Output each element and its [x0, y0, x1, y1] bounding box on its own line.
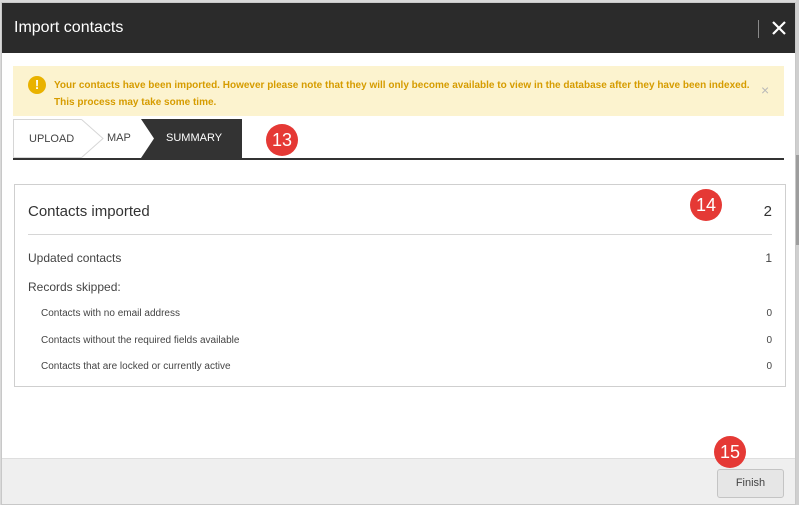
- dialog-title: Import contacts: [14, 19, 124, 36]
- annotation-marker: 14: [690, 189, 722, 221]
- skipped-row-value: 0: [766, 308, 772, 319]
- import-notice-alert: ! Your contacts have been imported. Howe…: [13, 66, 784, 116]
- dialog-footer: Finish: [2, 458, 795, 504]
- summary-heading: Contacts imported: [28, 203, 150, 220]
- updated-contacts-value: 1: [765, 251, 772, 265]
- alert-line-1: Your contacts have been imported. Howeve…: [54, 80, 750, 91]
- annotation-marker: 13: [266, 124, 298, 156]
- alert-message: Your contacts have been imported. Howeve…: [54, 77, 754, 111]
- skipped-no-email-row: Contacts with no email address 0: [41, 308, 772, 319]
- summary-heading-count: 2: [763, 203, 772, 220]
- updated-contacts-label: Updated contacts: [28, 251, 122, 265]
- alert-line-2: This process may take some time.: [54, 97, 217, 108]
- finish-button[interactable]: Finish: [717, 469, 784, 498]
- skipped-row-value: 0: [766, 335, 772, 346]
- skipped-row-label: Contacts with no email address: [41, 308, 180, 319]
- dialog-titlebar: Import contacts: [2, 3, 795, 53]
- close-button[interactable]: [766, 15, 792, 41]
- titlebar-separator: [758, 20, 759, 38]
- alert-close-icon[interactable]: ×: [761, 82, 769, 98]
- skipped-row-label: Contacts without the required fields ava…: [41, 335, 240, 346]
- step-summary[interactable]: SUMMARY: [154, 119, 241, 158]
- skipped-row-value: 0: [766, 361, 772, 372]
- import-contacts-dialog: Import contacts ! Your contacts have bee…: [1, 2, 796, 505]
- wizard-steps: UPLOAD MAP SUMMARY: [13, 119, 784, 160]
- skipped-missing-fields-row: Contacts without the required fields ava…: [41, 335, 772, 346]
- annotation-marker: 15: [714, 436, 746, 468]
- records-skipped-label: Records skipped:: [28, 280, 121, 294]
- records-skipped-row: Records skipped:: [28, 280, 772, 294]
- skipped-row-label: Contacts that are locked or currently ac…: [41, 361, 231, 372]
- import-summary-panel: Contacts imported 2 Updated contacts 1 R…: [14, 184, 786, 387]
- skipped-locked-row: Contacts that are locked or currently ac…: [41, 361, 772, 372]
- step-upload[interactable]: UPLOAD: [13, 119, 81, 158]
- step-chevron-icon: [241, 119, 242, 158]
- warning-icon: !: [28, 76, 46, 94]
- updated-contacts-row: Updated contacts 1: [28, 251, 772, 265]
- close-icon: [772, 21, 786, 35]
- summary-divider: [28, 234, 772, 235]
